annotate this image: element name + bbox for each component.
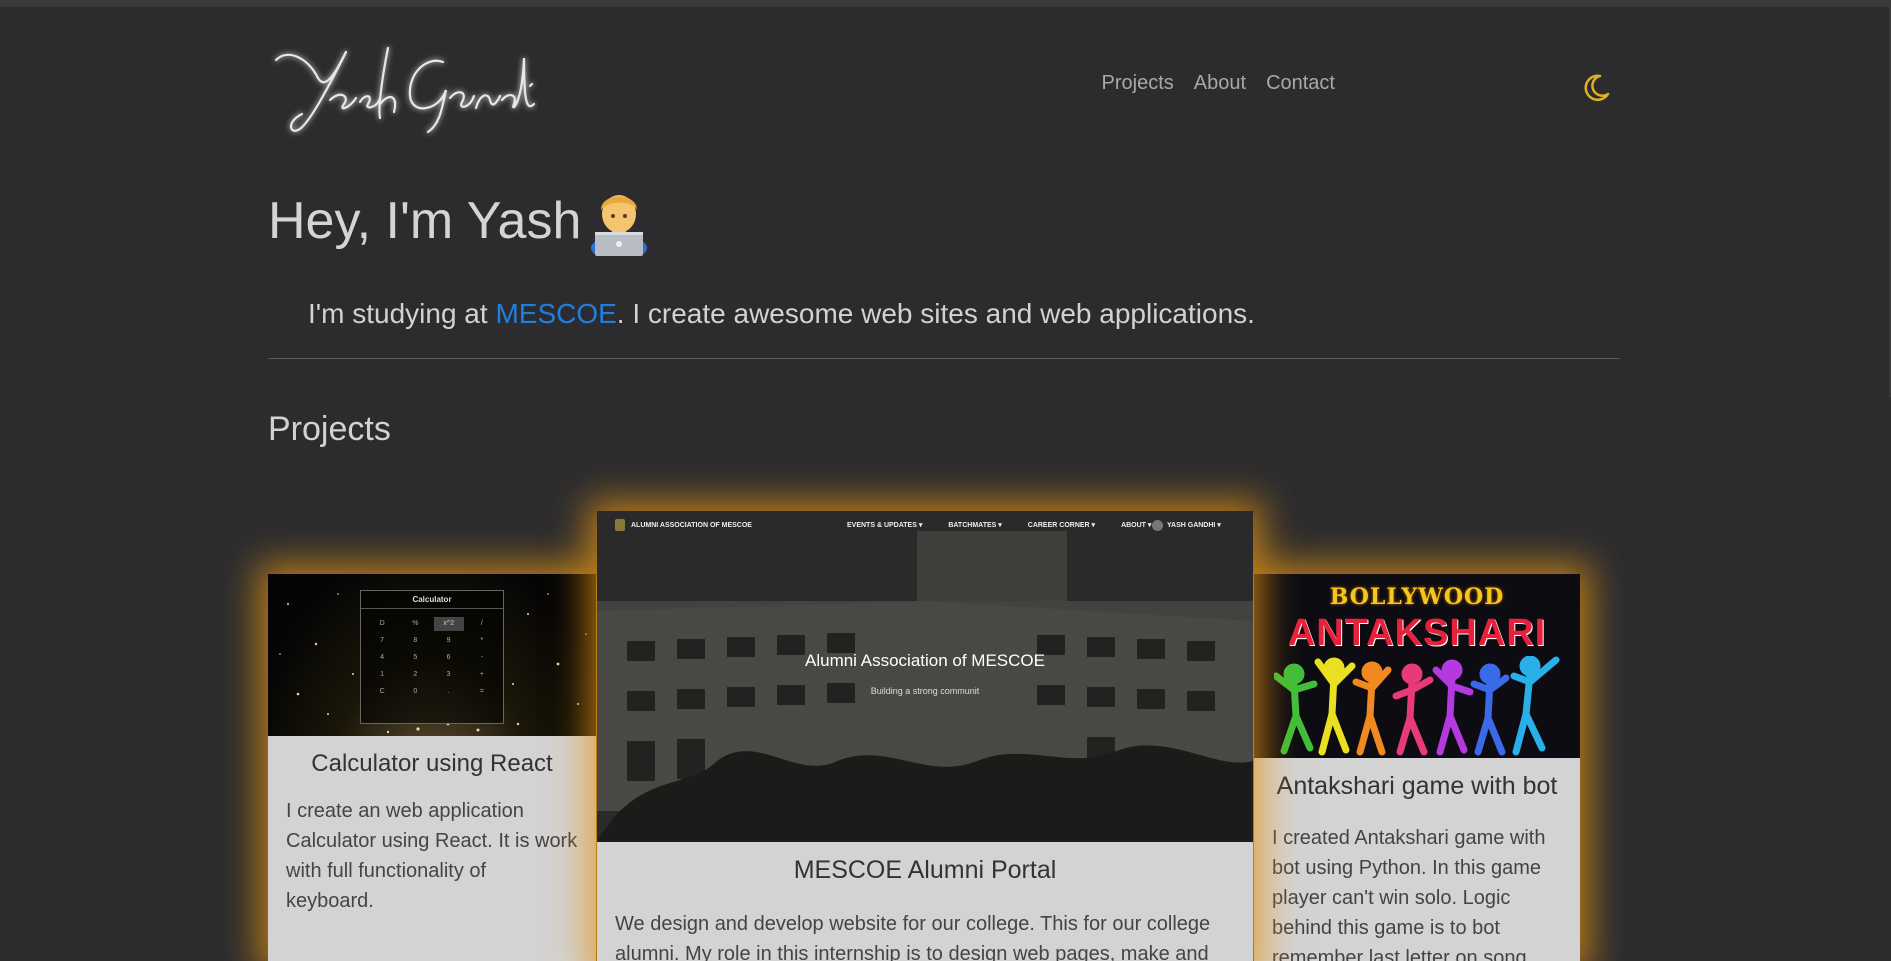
calculator-thumbnail: Calculator D % x^2 / 7 8 9 * 4 5 6 - 1 2… — [268, 574, 596, 736]
calc-key: 6 — [446, 654, 451, 661]
calculator-keypad: D % x^2 / 7 8 9 * 4 5 6 - 1 2 3 + C 0 . … — [361, 609, 503, 707]
alumni-nav-item: EVENTS & UPDATES ▾ — [847, 522, 923, 529]
calc-key: 7 — [380, 637, 385, 644]
project-card-description: We design and develop website for our co… — [615, 913, 1211, 961]
calc-key: 3 — [446, 671, 451, 678]
hero-title: Hey, I'm Yash — [268, 186, 649, 260]
antakshari-poster-line1: BOLLYWOOD — [1329, 584, 1505, 610]
main-nav: Projects About Contact — [1102, 72, 1335, 95]
calc-key: 4 — [380, 654, 385, 661]
calc-key: / — [480, 620, 483, 627]
mescoe-link[interactable]: MESCOE — [495, 298, 616, 329]
calc-key: 2 — [413, 671, 418, 678]
alumni-nav-items: EVENTS & UPDATES ▾ BATCHMATES ▾ CAREER C… — [847, 521, 1151, 529]
alumni-nav-item: BATCHMATES ▾ — [948, 522, 1002, 529]
antakshari-thumbnail: BOLLYWOOD ANTAKSHARI — [1254, 574, 1580, 758]
alumni-nav-item: CAREER CORNER ▾ — [1027, 522, 1096, 529]
project-card-description: I create an web application Calculator u… — [286, 800, 578, 912]
browser-top-edge — [0, 0, 1891, 7]
alumni-nav-item: ABOUT ▾ — [1121, 522, 1152, 529]
project-card-title: MESCOE Alumni Portal — [793, 856, 1057, 884]
tagline-text-end: . I create awesome web sites and web app… — [616, 298, 1255, 329]
section-divider — [268, 358, 1620, 359]
calc-key: . — [447, 688, 450, 695]
calc-key: D — [379, 620, 385, 627]
project-card-title: Calculator using React — [311, 750, 553, 777]
tagline-text-start: I'm studying at — [308, 298, 496, 329]
moon-icon[interactable] — [1580, 72, 1612, 104]
calc-key: 5 — [413, 654, 418, 661]
calc-key: 0 — [413, 688, 418, 695]
hero-tagline: I'm studying at MESCOE. I create awesome… — [308, 298, 1255, 330]
project-card-antakshari[interactable]: BOLLYWOOD ANTAKSHARI Antakshari game wit… — [1254, 574, 1580, 961]
project-card-calculator[interactable]: Calculator D % x^2 / 7 8 9 * 4 5 6 - 1 2… — [268, 574, 596, 961]
calc-key: = — [479, 688, 484, 695]
calculator-preview: Calculator D % x^2 / 7 8 9 * 4 5 6 - 1 2… — [360, 590, 504, 724]
calc-key: + — [479, 671, 484, 678]
calc-key: x^2 — [433, 617, 464, 631]
alumni-navbar: ALUMNI ASSOCIATION OF MESCOE EVENTS & UP… — [597, 511, 1253, 539]
calc-key: C — [379, 688, 385, 695]
calc-key: % — [412, 620, 419, 627]
nav-projects-link[interactable]: Projects — [1102, 72, 1174, 95]
project-card-description: I created Antakshari game with bot using… — [1272, 827, 1546, 961]
avatar — [1152, 519, 1163, 531]
calc-key: * — [480, 637, 484, 644]
dancers-illustration — [1274, 656, 1560, 756]
man-technologist-emoji — [589, 186, 649, 260]
college-building-photo — [597, 511, 1253, 842]
hero-title-text: Hey, I'm Yash — [268, 192, 582, 250]
calc-key: - — [480, 654, 484, 661]
calc-key: 1 — [380, 671, 385, 678]
college-badge-icon — [615, 519, 625, 531]
calc-key: 9 — [446, 637, 451, 644]
alumni-user-name: YASH GANDHI ▾ — [1167, 522, 1221, 529]
alumni-brand: ALUMNI ASSOCIATION OF MESCOE — [615, 519, 752, 531]
alumni-user-menu: YASH GANDHI ▾ — [1152, 519, 1221, 531]
alumni-portal-thumbnail: ALUMNI ASSOCIATION OF MESCOE EVENTS & UP… — [597, 511, 1253, 842]
nav-contact-link[interactable]: Contact — [1266, 72, 1335, 95]
project-card-alumni-portal[interactable]: ALUMNI ASSOCIATION OF MESCOE EVENTS & UP… — [597, 511, 1253, 961]
project-card-title: Antakshari game with bot — [1276, 772, 1558, 800]
nav-about-link[interactable]: About — [1194, 72, 1246, 95]
antakshari-poster-line2: ANTAKSHARI — [1287, 612, 1547, 654]
logo[interactable] — [268, 38, 538, 138]
calc-key: 8 — [413, 637, 418, 644]
projects-heading: Projects — [268, 410, 391, 448]
alumni-brand-text: ALUMNI ASSOCIATION OF MESCOE — [631, 521, 752, 529]
calculator-preview-title: Calculator — [361, 591, 503, 609]
alumni-hero-heading: Alumni Association of MESCOE — [805, 651, 1045, 670]
alumni-hero-subheading: Building a strong communit — [870, 686, 980, 696]
signature-logo — [274, 46, 536, 134]
